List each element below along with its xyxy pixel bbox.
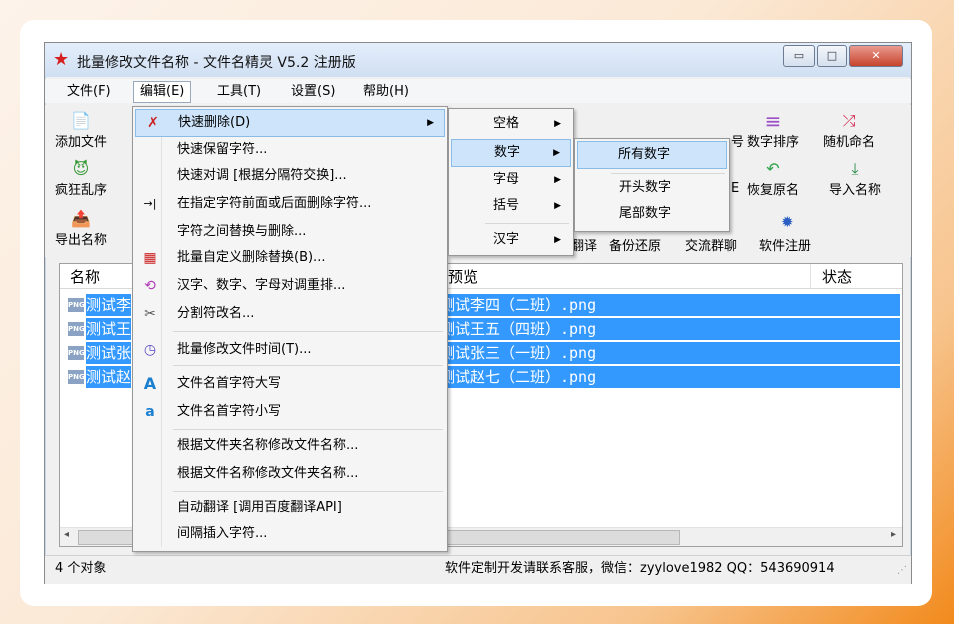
partial-label-2: E (731, 181, 740, 196)
random-name-button[interactable]: ⤮ 随机命名 (823, 111, 875, 150)
submenu-arrow-icon: ▶ (554, 119, 561, 129)
menu-file[interactable]: 文件(F) (61, 82, 117, 102)
scroll-left-icon[interactable]: ◂ (64, 529, 69, 540)
scroll-right-icon[interactable]: ▸ (891, 529, 896, 540)
maximize-button[interactable]: □ (817, 45, 847, 67)
list-lines-icon: ≡ (764, 109, 782, 133)
row-name: 测试张 (86, 342, 132, 364)
submenu-arrow-icon: ▶ (553, 148, 560, 158)
export-icon: 📤 (71, 209, 91, 228)
digits-submenu: 所有数字 开头数字 尾部数字 (574, 138, 730, 232)
submenu-leading-digits[interactable]: 开头数字 (575, 175, 729, 201)
row-name: 测试王 (86, 318, 132, 340)
title-bar[interactable]: ★ 批量修改文件名称 - 文件名精灵 V5.2 注册版 ▭ □ ✕ (45, 43, 911, 77)
submenu-arrow-icon: ▶ (554, 175, 561, 185)
contact-info: 软件定制开发请联系客服，微信：zyylove1982 QQ：543690914 (445, 561, 835, 576)
import-names-button[interactable]: ⤓ 导入名称 (829, 159, 881, 198)
arrow-bar-icon: →| (143, 197, 157, 210)
submenu-spaces[interactable]: 空格 ▶ (449, 111, 573, 137)
row-preview: 测试张三（一班）.png (436, 342, 900, 364)
row-name: 测试李 (86, 294, 132, 316)
add-file-button[interactable]: 📄 添加文件 (55, 111, 107, 150)
partial-label: 号 (731, 135, 745, 150)
column-divider (810, 264, 811, 288)
close-button[interactable]: ✕ (849, 45, 903, 67)
translate-button[interactable]: 翻译 (571, 235, 597, 254)
menu-help[interactable]: 帮助(H) (357, 82, 415, 102)
status-bar: 4 个对象 软件定制开发请联系客服，微信：zyylove1982 QQ：5436… (45, 555, 911, 584)
menu-settings[interactable]: 设置(S) (285, 82, 341, 102)
restore-name-button[interactable]: ↶ 恢复原名 (747, 159, 799, 198)
table-x-icon: ▦ (143, 250, 157, 266)
menu-separator (485, 223, 569, 224)
add-file-icon: 📄 (71, 111, 91, 130)
column-name[interactable]: 名称 (70, 266, 100, 287)
menu-separator (173, 491, 443, 492)
register-button[interactable]: 软件注册 (759, 235, 811, 254)
shuffle-icon: ⤮ (842, 111, 856, 130)
row-preview: 测试李四（二班）.png (436, 294, 900, 316)
submenu-all-digits[interactable]: 所有数字 (577, 141, 727, 169)
crazy-shuffle-button[interactable]: 😈 疯狂乱序 (55, 159, 107, 198)
submenu-trailing-digits[interactable]: 尾部数字 (575, 201, 729, 227)
column-status[interactable]: 状态 (822, 266, 852, 287)
row-preview: 测试赵七（二班）.png (436, 366, 900, 388)
submenu-letters[interactable]: 字母 ▶ (449, 167, 573, 193)
submenu-brackets[interactable]: 括号 ▶ (449, 193, 573, 219)
menu-separator (173, 429, 443, 430)
menu-separator (173, 365, 443, 366)
row-name: 测试赵 (86, 366, 132, 388)
menu-separator (611, 173, 725, 174)
menu-tools[interactable]: 工具(T) (211, 82, 267, 102)
edit-menu-dropdown: ✗ 快速删除(D) ▶ 快速保留字符... 快速对调 [根据分隔符交换]... … (132, 106, 448, 552)
menu-bar: 文件(F) 编辑(E) 工具(T) 设置(S) 帮助(H) (45, 79, 911, 103)
submenu-arrow-icon: ▶ (427, 118, 434, 128)
submenu-arrow-icon: ▶ (554, 235, 561, 245)
crazy-face-icon: 😈 (72, 159, 90, 178)
png-file-icon: PNG (68, 370, 85, 384)
object-count: 4 个对象 (55, 561, 107, 576)
scissors-icon: ✂ (144, 306, 156, 322)
digit-sort-button[interactable]: ≡ 数字排序 (747, 111, 799, 150)
submenu-chinese[interactable]: 汉字 ▶ (449, 227, 573, 253)
import-icon: ⤓ (851, 159, 859, 178)
png-file-icon: PNG (68, 322, 85, 336)
swap-icon: ⟲ (144, 278, 156, 294)
menu-edit[interactable]: 编辑(E) (133, 81, 192, 103)
menu-separator (173, 331, 443, 332)
undo-icon: ↶ (766, 159, 780, 178)
resize-grip-icon[interactable]: ⋰ (897, 558, 907, 584)
backup-restore-button[interactable]: 备份还原 (609, 235, 661, 254)
submenu-digits[interactable]: 数字 ▶ (451, 139, 571, 167)
png-file-icon: PNG (68, 346, 85, 360)
submenu-arrow-icon: ▶ (554, 201, 561, 211)
menu-quick-delete[interactable]: ✗ 快速删除(D) ▶ (135, 109, 445, 137)
delete-x-icon: ✗ (147, 115, 159, 131)
window-title: 批量修改文件名称 - 文件名精灵 V5.2 注册版 (77, 55, 356, 71)
group-chat-button[interactable]: 交流群聊 (685, 235, 737, 254)
delete-submenu: 空格 ▶ 数字 ▶ 字母 ▶ 括号 ▶ 汉字 ▶ (448, 108, 574, 256)
lowercase-a-icon: a (145, 404, 155, 420)
minimize-button[interactable]: ▭ (783, 45, 815, 67)
menu-gutter (161, 109, 162, 547)
uppercase-a-icon: A (143, 374, 157, 393)
clock-icon: ◷ (143, 342, 157, 358)
column-preview[interactable]: 预览 (448, 266, 478, 287)
star-icon: ★ (53, 49, 70, 70)
png-file-icon: PNG (68, 298, 85, 312)
gear-icon: ✹ (781, 213, 794, 231)
row-preview: 测试王五（四班）.png (436, 318, 900, 340)
export-names-button[interactable]: 📤 导出名称 (55, 209, 107, 248)
